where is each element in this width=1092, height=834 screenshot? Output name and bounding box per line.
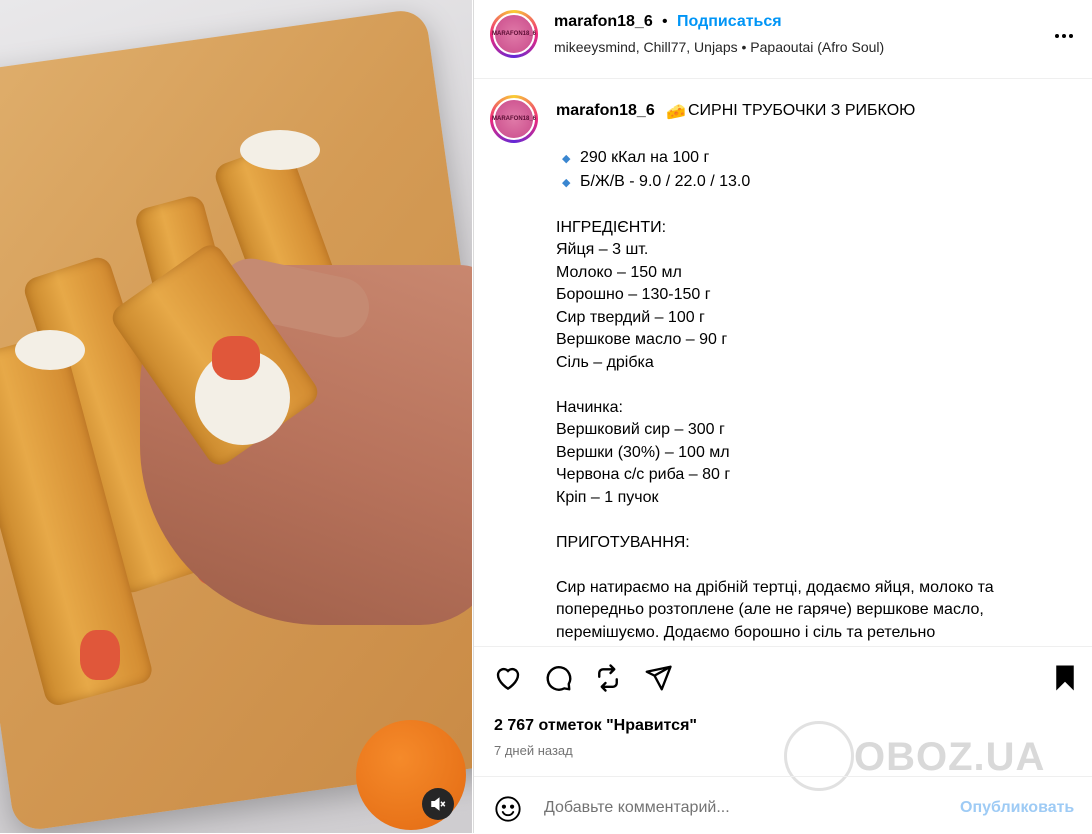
caption-area: MARAFON18_6 marafon18_6 🧀 СИРНІ ТРУБОЧКИ… bbox=[474, 79, 1092, 645]
comment-bar: Опубликовать bbox=[474, 776, 1092, 834]
likes-count[interactable]: 2 767 отметок "Нравится" bbox=[494, 717, 697, 735]
avatar-text: MARAFON18_6 bbox=[492, 31, 537, 37]
post-media[interactable] bbox=[0, 0, 472, 833]
audio-info[interactable]: mikeeysmind, Chill77, Unjaps • Papaoutai… bbox=[554, 39, 884, 55]
cream-image bbox=[240, 130, 320, 170]
caption-body: ◆ 290 кКал на 100 г ◆ Б/Ж/В - 9.0 / 22.0 /… bbox=[556, 147, 1076, 644]
avatar-image: MARAFON18_6 bbox=[492, 13, 537, 55]
heart-icon bbox=[496, 667, 520, 691]
caption-avatar[interactable]: MARAFON18_6 bbox=[490, 95, 538, 143]
post-header: MARAFON18_6 marafon18_6 • Подписаться mi… bbox=[474, 0, 1092, 79]
filling-title: Начинка: bbox=[556, 398, 623, 416]
mute-button[interactable] bbox=[422, 788, 454, 820]
post-sidebar: MARAFON18_6 marafon18_6 • Подписаться mi… bbox=[473, 0, 1092, 833]
ingredient-item: Борошно – 130-150 г bbox=[556, 286, 711, 303]
bookmark-icon bbox=[1056, 665, 1074, 691]
repost-icon bbox=[598, 664, 618, 692]
muted-speaker-icon bbox=[431, 797, 446, 811]
stat-line: ◆ 290 кКал на 100 г bbox=[556, 147, 1076, 171]
like-button[interactable] bbox=[493, 663, 525, 695]
ingredient-item: Сіль – дрібка bbox=[556, 353, 654, 371]
emoji-button[interactable] bbox=[494, 795, 522, 823]
ingredient-item: Яйця – 3 шт. bbox=[556, 241, 649, 258]
caption-username[interactable]: marafon18_6 bbox=[556, 102, 655, 120]
avatar[interactable]: MARAFON18_6 bbox=[490, 10, 538, 58]
more-options-icon bbox=[1055, 34, 1073, 38]
comment-input[interactable] bbox=[542, 795, 926, 821]
emoji-icon bbox=[495, 796, 521, 822]
comment-icon bbox=[546, 666, 572, 691]
post-time[interactable]: 7 дней назад bbox=[494, 743, 573, 758]
publish-button[interactable]: Опубликовать bbox=[960, 799, 1074, 817]
separator-dot: • bbox=[662, 13, 668, 30]
filling-item: Вершковий сир – 300 г bbox=[556, 421, 725, 438]
follow-button[interactable]: Подписаться bbox=[677, 13, 782, 31]
caption-title: СИРНІ ТРУБОЧКИ З РИБКОЮ bbox=[688, 102, 916, 119]
stat-line: ◆ Б/Ж/В - 9.0 / 22.0 / 13.0 bbox=[556, 171, 1076, 195]
more-options-button[interactable] bbox=[1052, 24, 1076, 54]
avatar-image: MARAFON18_6 bbox=[492, 98, 537, 140]
cheese-emoji: 🧀 bbox=[666, 104, 686, 121]
action-bar: OBOZ.UA 2 767 отметок "Нравится" 7 дней … bbox=[474, 646, 1092, 791]
repost-button[interactable] bbox=[593, 663, 625, 695]
filling-item: Кріп – 1 пучок bbox=[556, 488, 659, 506]
ingredients-title: ІНГРЕДІЄНТИ: bbox=[556, 218, 667, 236]
filling-item: Червона с/с риба – 80 г bbox=[556, 466, 731, 483]
share-button[interactable] bbox=[643, 663, 675, 695]
salmon-image bbox=[212, 336, 260, 380]
comment-button[interactable] bbox=[543, 663, 575, 695]
method-text: Сир натираємо на дрібній тертці, додаємо… bbox=[556, 578, 999, 641]
share-icon bbox=[645, 665, 672, 691]
diamond-icon: ◆ bbox=[562, 176, 571, 189]
save-button[interactable] bbox=[1050, 663, 1082, 695]
cream-image bbox=[15, 330, 85, 370]
diamond-icon: ◆ bbox=[562, 153, 571, 165]
filling-item: Вершки (30%) – 100 мл bbox=[556, 443, 730, 461]
ingredient-item: Вершкове масло – 90 г bbox=[556, 331, 728, 348]
ingredient-item: Сир твердий – 100 г bbox=[556, 308, 705, 326]
ingredient-item: Молоко – 150 мл bbox=[556, 263, 682, 281]
salmon-image bbox=[80, 630, 120, 680]
avatar-text: MARAFON18_6 bbox=[492, 116, 537, 122]
header-username[interactable]: marafon18_6 bbox=[554, 13, 653, 31]
method-title: ПРИГОТУВАННЯ: bbox=[556, 533, 690, 551]
